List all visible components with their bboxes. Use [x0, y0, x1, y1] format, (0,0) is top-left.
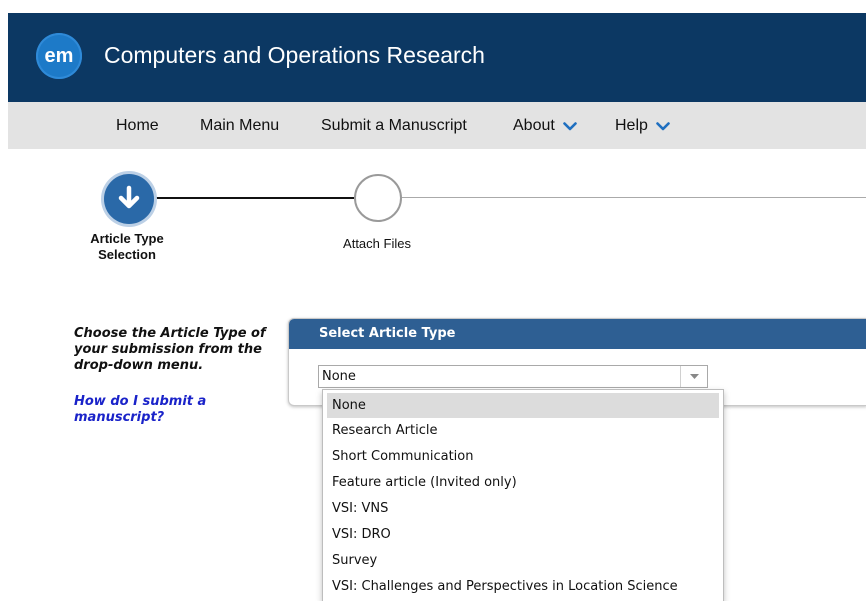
em-logo[interactable]: em: [36, 33, 82, 79]
option-vsi-dro[interactable]: VSI: DRO: [323, 522, 723, 548]
option-short-communication[interactable]: Short Communication: [323, 444, 723, 470]
nav-about[interactable]: About: [513, 117, 577, 135]
option-none[interactable]: None: [327, 393, 719, 418]
option-feature-article[interactable]: Feature article (Invited only): [323, 470, 723, 496]
journal-title: Computers and Operations Research: [104, 42, 485, 68]
step-label-article-type: Article Type Selection: [72, 231, 182, 263]
step-attach-files: [354, 174, 402, 222]
chevron-down-icon: [563, 121, 577, 131]
select-value: None: [322, 369, 356, 384]
nav-main-menu[interactable]: Main Menu: [200, 117, 279, 135]
option-vsi-vns[interactable]: VSI: VNS: [323, 496, 723, 522]
instruction-text: Choose the Article Type of your submissi…: [74, 326, 266, 373]
nav-submit-manuscript[interactable]: Submit a Manuscript: [321, 117, 467, 135]
option-research-article[interactable]: Research Article: [323, 418, 723, 444]
step-label-attach-files: Attach Files: [343, 236, 411, 251]
step-article-type-current: [104, 174, 154, 224]
panel-title: Select Article Type: [289, 319, 866, 349]
arrow-down-icon: [118, 185, 140, 209]
option-vsi-location-science[interactable]: VSI: Challenges and Perspectives in Loca…: [323, 574, 723, 600]
how-to-submit-link[interactable]: How do I submit a manuscript?: [74, 394, 274, 426]
dropdown-arrow-icon[interactable]: [680, 366, 707, 387]
nav-help[interactable]: Help: [615, 117, 670, 135]
article-type-select[interactable]: None: [318, 365, 708, 388]
progress-line-pending: [400, 197, 866, 198]
chevron-down-icon: [656, 121, 670, 131]
step-label-line1: Article Type: [90, 231, 164, 246]
article-type-options: None Research Article Short Communicatio…: [322, 389, 724, 601]
step-label-line2: Selection: [98, 247, 156, 262]
main-nav: Home Main Menu Submit a Manuscript About…: [8, 102, 866, 149]
progress-line-complete: [128, 197, 354, 199]
journal-header: em Computers and Operations Research: [8, 13, 866, 102]
nav-about-label: About: [513, 117, 555, 134]
nav-home[interactable]: Home: [116, 117, 159, 135]
option-survey[interactable]: Survey: [323, 548, 723, 574]
nav-help-label: Help: [615, 117, 648, 134]
